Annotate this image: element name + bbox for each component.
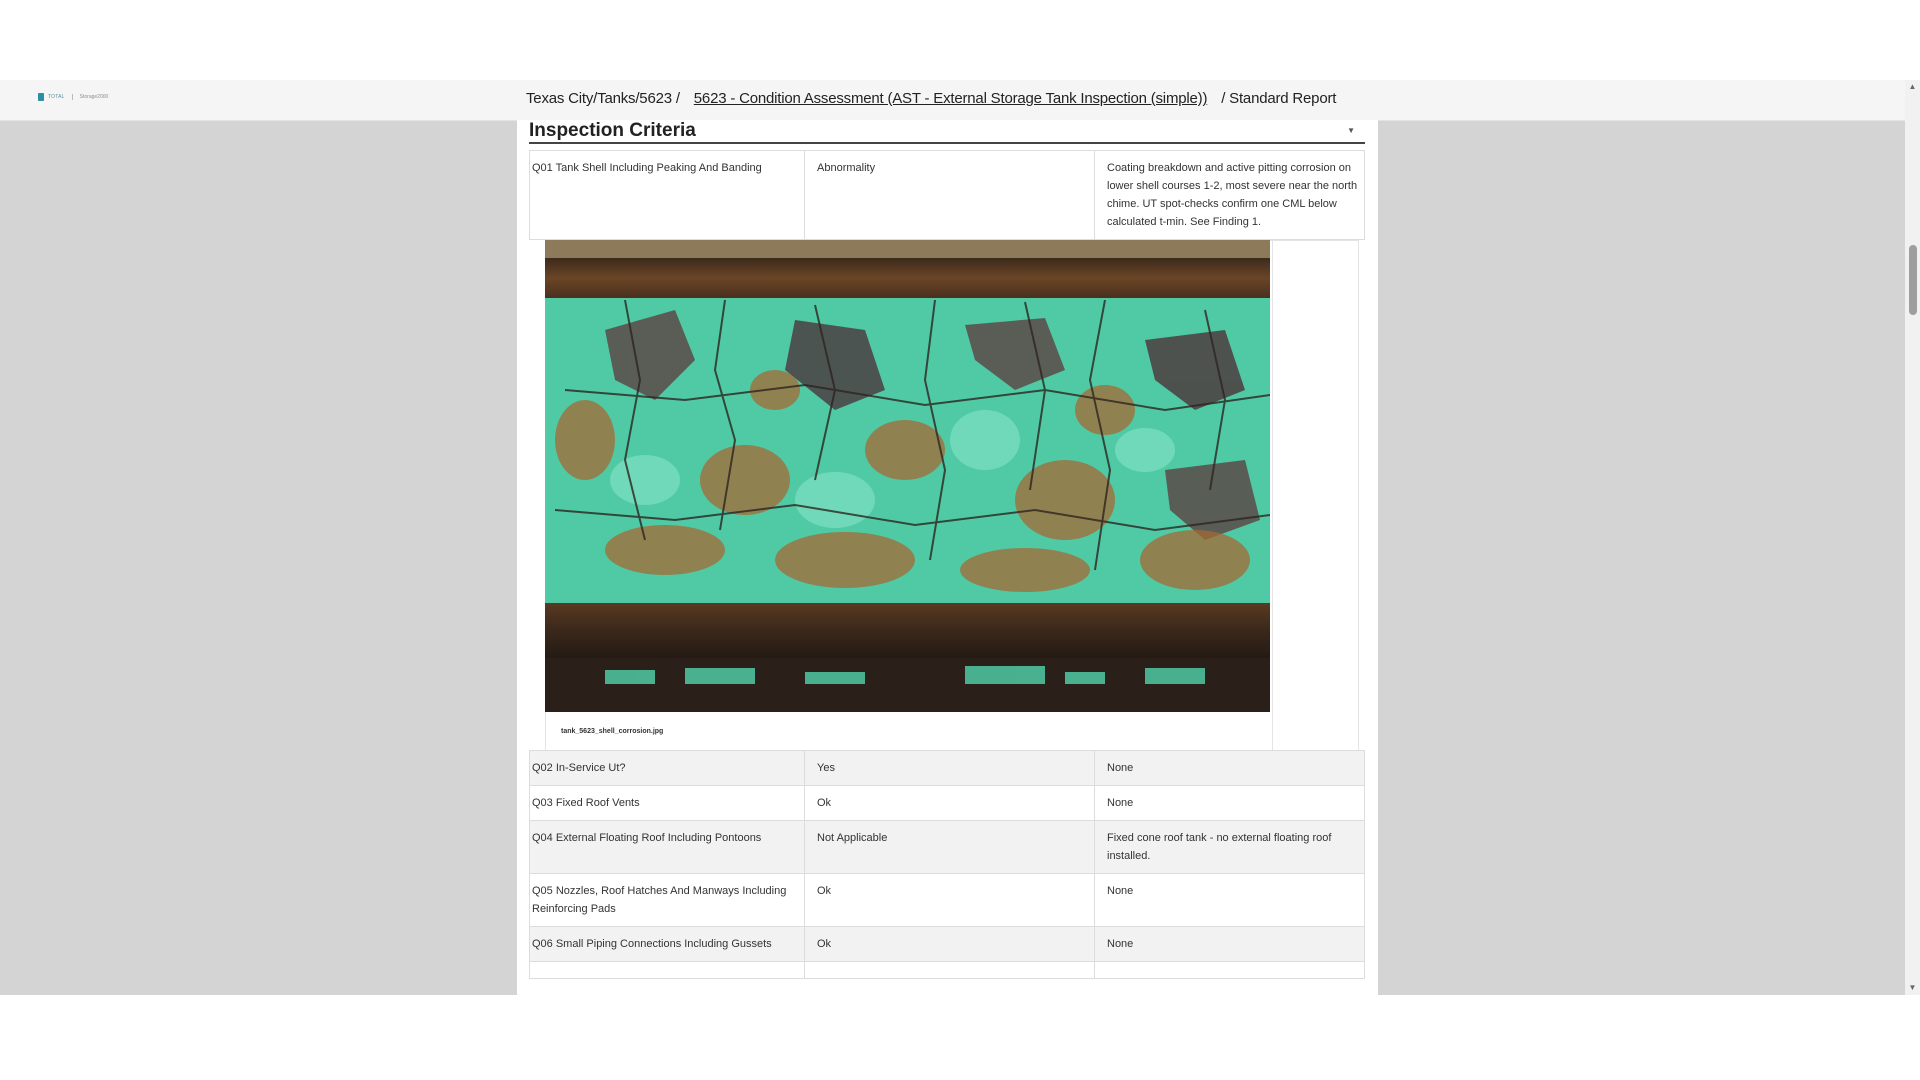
question-cell: Q01 Tank Shell Including Peaking And Ban… bbox=[529, 150, 805, 240]
logo-divider bbox=[71, 94, 73, 100]
comment-cell: None bbox=[1094, 750, 1365, 786]
vertical-scrollbar[interactable]: ▲ ▼ bbox=[1905, 80, 1920, 995]
question-cell: Q06 Small Piping Connections Including G… bbox=[529, 926, 805, 962]
logo-text: TOTAL bbox=[48, 94, 65, 100]
question-cell: Q05 Nozzles, Roof Hatches And Manways In… bbox=[529, 873, 805, 927]
breadcrumb-path[interactable]: Texas City/Tanks/5623 / bbox=[526, 90, 680, 107]
table-row: Q04 External Floating Roof Including Pon… bbox=[529, 820, 1365, 874]
table-row: Q03 Fixed Roof Vents Ok None bbox=[529, 785, 1365, 821]
result-cell: Ok bbox=[804, 926, 1095, 962]
result-cell: Yes bbox=[804, 750, 1095, 786]
scroll-up-arrow-icon[interactable]: ▲ bbox=[1905, 80, 1920, 94]
scroll-down-arrow-icon[interactable]: ▼ bbox=[1905, 981, 1920, 995]
result-cell: Ok bbox=[804, 873, 1095, 927]
corrosion-photo[interactable] bbox=[545, 240, 1270, 712]
question-cell: Q02 In-Service Ut? bbox=[529, 750, 805, 786]
table-row: Q02 In-Service Ut? Yes None bbox=[529, 750, 1365, 786]
photo-container: tank_5623_shell_corrosion.jpg bbox=[545, 240, 1359, 752]
result-cell: Ok bbox=[804, 785, 1095, 821]
question-cell bbox=[529, 961, 805, 979]
section-title: Inspection Criteria bbox=[529, 120, 696, 141]
collapse-caret-icon[interactable]: ▼ bbox=[1347, 126, 1355, 135]
result-cell: Abnormality bbox=[804, 150, 1095, 240]
logo-subtitle: Storage2000 bbox=[79, 94, 109, 100]
breadcrumb-current: / Standard Report bbox=[1221, 90, 1337, 107]
result-cell bbox=[804, 961, 1095, 979]
company-logo[interactable]: TOTAL Storage2000 bbox=[38, 93, 108, 101]
table-row: Q01 Tank Shell Including Peaking And Ban… bbox=[529, 150, 1365, 240]
question-cell: Q04 External Floating Roof Including Pon… bbox=[529, 820, 805, 874]
comment-cell: Coating breakdown and active pitting cor… bbox=[1094, 150, 1365, 240]
criteria-table-top: Q01 Tank Shell Including Peaking And Ban… bbox=[529, 150, 1365, 240]
comment-cell: None bbox=[1094, 926, 1365, 962]
table-row: Q05 Nozzles, Roof Hatches And Manways In… bbox=[529, 873, 1365, 927]
result-cell: Not Applicable bbox=[804, 820, 1095, 874]
section-header: Inspection Criteria ▼ bbox=[529, 120, 1365, 144]
photo-caption: tank_5623_shell_corrosion.jpg bbox=[561, 728, 664, 735]
photo-card: tank_5623_shell_corrosion.jpg bbox=[545, 240, 1273, 751]
table-row bbox=[529, 961, 1365, 979]
corrosion-photo-image bbox=[545, 240, 1270, 712]
criteria-table-bottom: Q02 In-Service Ut? Yes None Q03 Fixed Ro… bbox=[529, 750, 1365, 979]
comment-cell: Fixed cone roof tank - no external float… bbox=[1094, 820, 1365, 874]
table-row: Q06 Small Piping Connections Including G… bbox=[529, 926, 1365, 962]
question-cell: Q03 Fixed Roof Vents bbox=[529, 785, 805, 821]
top-bar: TOTAL Storage2000 Texas City/Tanks/5623 … bbox=[0, 80, 1905, 121]
comment-cell bbox=[1094, 961, 1365, 979]
breadcrumb: Texas City/Tanks/5623 / 5623 - Condition… bbox=[526, 90, 1336, 107]
logo-icon bbox=[38, 93, 44, 101]
scrollbar-thumb[interactable] bbox=[1909, 245, 1917, 315]
comment-cell: None bbox=[1094, 785, 1365, 821]
report-viewport: TOTAL Storage2000 Texas City/Tanks/5623 … bbox=[0, 80, 1920, 995]
comment-cell: None bbox=[1094, 873, 1365, 927]
report-panel: Inspection Criteria ▼ Q01 Tank Shell Inc… bbox=[517, 120, 1378, 995]
breadcrumb-assessment-link[interactable]: 5623 - Condition Assessment (AST - Exter… bbox=[694, 90, 1208, 107]
